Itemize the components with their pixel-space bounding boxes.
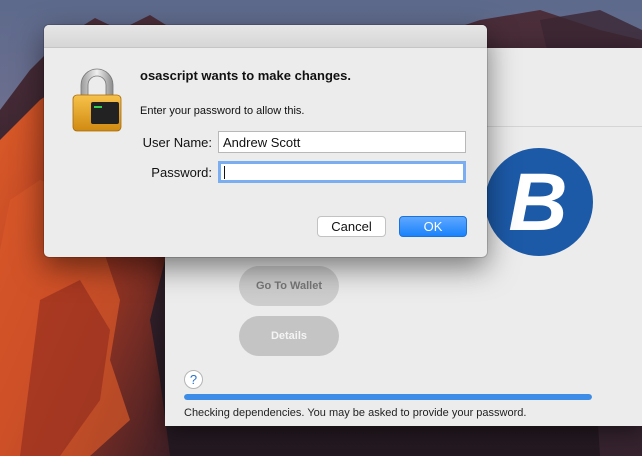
status-text: Checking dependencies. You may be asked …: [184, 407, 527, 419]
auth-dialog: osascript wants to make changes. Enter y…: [44, 25, 487, 257]
progress-bar: [184, 394, 592, 400]
progress-fill: [184, 394, 592, 400]
password-label: Password:: [151, 165, 212, 180]
username-field[interactable]: [218, 131, 466, 153]
cancel-button[interactable]: Cancel: [317, 216, 386, 237]
ok-button[interactable]: OK: [399, 216, 467, 237]
lock-icon: [72, 68, 122, 132]
text-caret: [224, 166, 225, 179]
dialog-title: osascript wants to make changes.: [140, 68, 351, 83]
help-button[interactable]: ?: [184, 370, 203, 389]
username-label: User Name:: [142, 135, 212, 150]
details-button[interactable]: Details: [239, 316, 339, 356]
go-to-wallet-button[interactable]: Go To Wallet: [239, 266, 339, 306]
password-field[interactable]: [218, 161, 466, 183]
dialog-subtitle: Enter your password to allow this.: [140, 105, 305, 117]
brand-logo-letter: B: [508, 157, 567, 248]
brand-logo-icon: B: [485, 148, 593, 256]
dialog-titlebar: [44, 25, 487, 48]
